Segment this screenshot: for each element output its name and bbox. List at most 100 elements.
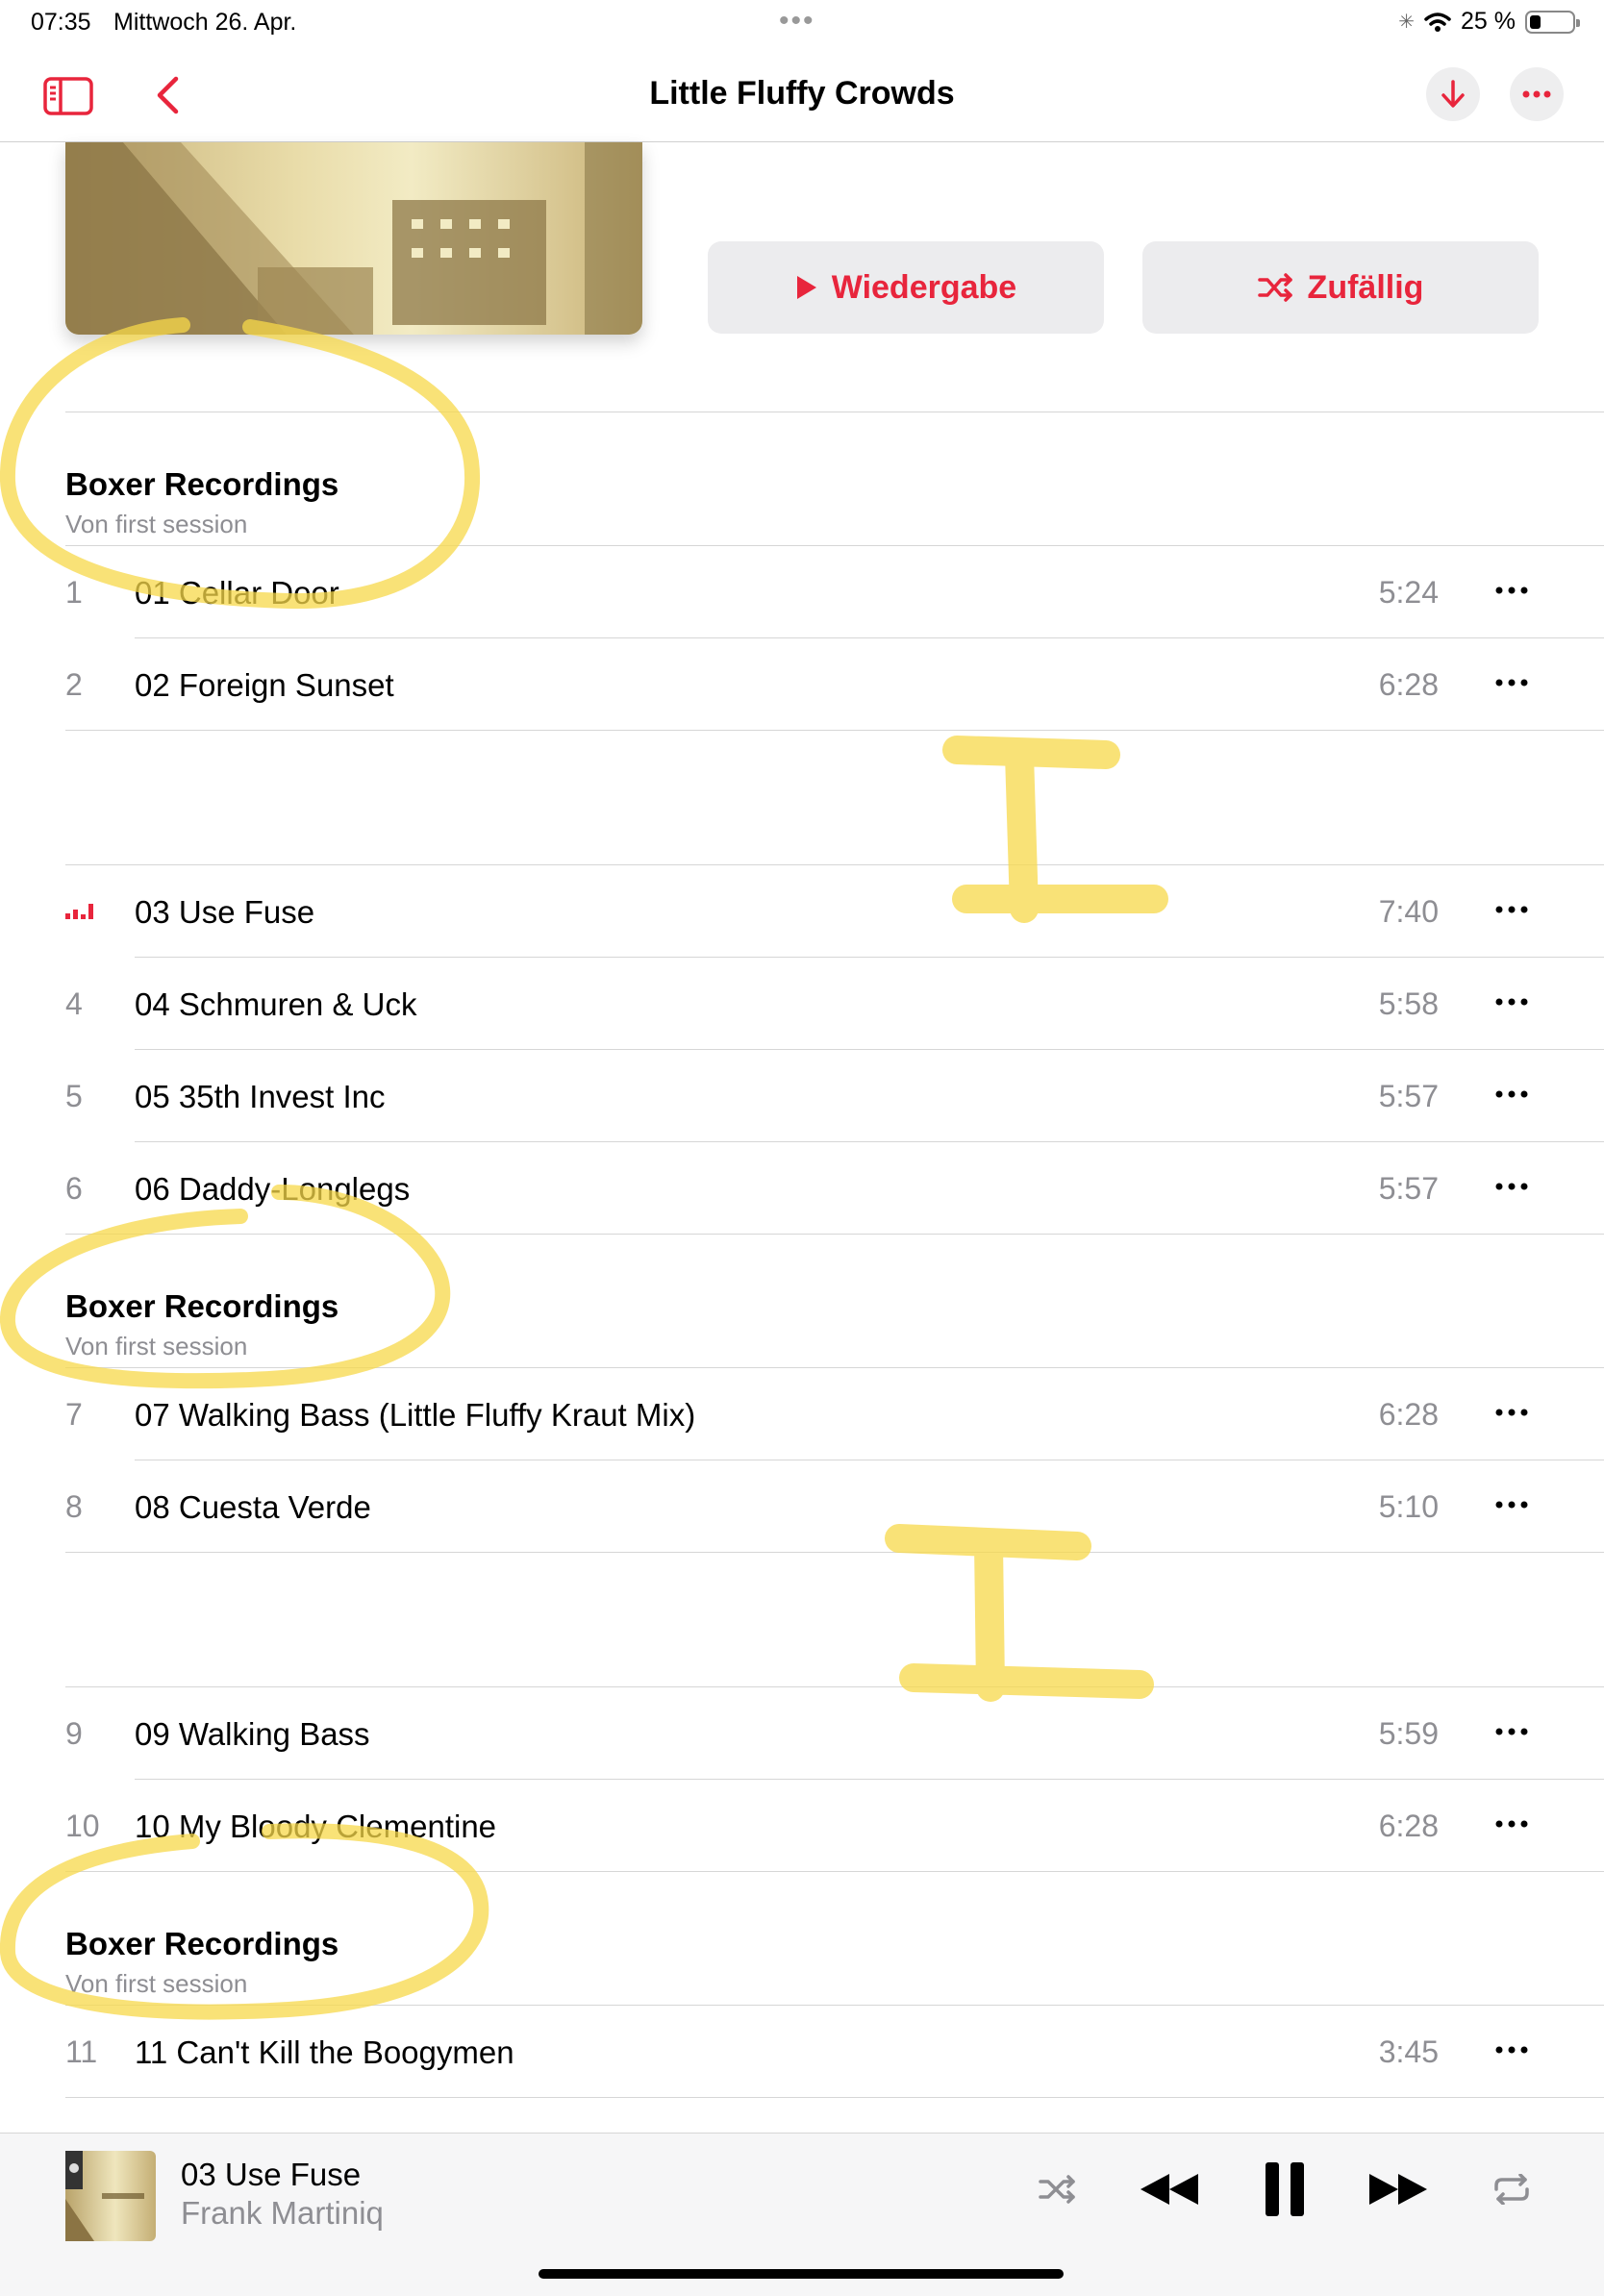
track-row[interactable]: 2 02 Foreign Sunset 6:28 [0,638,1604,731]
track-number [65,894,93,919]
previous-track-button[interactable] [1135,2162,1204,2216]
track-duration: 5:58 [1378,986,1439,1021]
multitasking-dots-icon[interactable]: ••• [779,5,815,37]
status-time: 07:35 [31,9,91,36]
track-row[interactable]: 5 05 35th Invest Inc 5:57 [0,1050,1604,1142]
disc-subtitle: Von first session [65,510,248,538]
track-row[interactable]: 8 08 Cuesta Verde 5:10 [0,1460,1604,1553]
more-options-button[interactable] [1510,67,1564,121]
track-title: 01 Cellar Door [135,575,339,611]
track-number: 1 [65,575,83,610]
play-label: Wiedergabe [831,268,1017,306]
next-track-button[interactable] [1364,2162,1433,2216]
now-playing-artist: Frank Martiniq [181,2195,384,2231]
list-gap [0,1553,1604,1687]
now-playing-title: 03 Use Fuse [181,2157,362,2192]
ellipsis-icon [1495,1501,1528,1509]
track-more-button[interactable] [1489,1075,1535,1113]
repeat-icon [1494,2174,1529,2205]
track-row[interactable]: 9 09 Walking Bass 5:59 [0,1687,1604,1780]
play-button[interactable]: Wiedergabe [708,241,1104,334]
battery-level [1530,14,1541,29]
download-button[interactable] [1426,67,1480,121]
track-row[interactable]: 4 04 Schmuren & Uck 5:58 [0,958,1604,1050]
track-number: 6 [65,1171,83,1206]
track-number: 9 [65,1716,83,1751]
now-playing-equalizer-icon [65,904,93,919]
battery-icon [1525,10,1580,34]
track-more-button[interactable] [1489,1712,1535,1751]
track-duration: 6:28 [1378,1397,1439,1432]
track-row[interactable]: 03 Use Fuse 7:40 [0,865,1604,958]
track-title: 06 Daddy-Longlegs [135,1171,411,1207]
track-more-button[interactable] [1489,1805,1535,1843]
shuffle-button[interactable]: Zufällig [1142,241,1539,334]
track-number: 4 [65,986,83,1021]
track-title: 02 Foreign Sunset [135,667,394,703]
track-more-button[interactable] [1489,890,1535,929]
disc-subtitle: Von first session [65,1332,248,1360]
track-number: 7 [65,1397,83,1432]
battery-percent: 25 % [1461,8,1516,35]
track-title: 07 Walking Bass (Little Fluffy Kraut Mix… [135,1397,696,1433]
track-title: 05 35th Invest Inc [135,1079,386,1114]
ellipsis-icon [1522,90,1551,98]
track-more-button[interactable] [1489,2031,1535,2069]
shuffle-toggle-button[interactable] [1031,2162,1085,2216]
track-more-button[interactable] [1489,1485,1535,1524]
disc-header: Boxer Recordings Von first session [0,412,1604,545]
track-more-button[interactable] [1489,1393,1535,1432]
activity-spinner-icon: ✳ [1398,12,1416,33]
ellipsis-icon [1495,679,1528,686]
repeat-button[interactable] [1485,2162,1539,2216]
track-row[interactable]: 7 07 Walking Bass (Little Fluffy Kraut Mi… [0,1368,1604,1460]
track-row[interactable]: 10 10 My Bloody Clementine 6:28 [0,1780,1604,1872]
track-number: 11 [65,2034,98,2069]
ellipsis-icon [1495,2046,1528,2054]
disc-title: Boxer Recordings [65,1288,339,1324]
pause-button[interactable] [1258,2162,1312,2216]
ellipsis-icon [1495,906,1528,913]
wifi-icon [1424,12,1451,32]
status-date: Mittwoch 26. Apr. [113,9,297,36]
ellipsis-icon [1495,1183,1528,1190]
track-more-button[interactable] [1489,1167,1535,1206]
track-more-button[interactable] [1489,571,1535,610]
track-number: 8 [65,1489,83,1524]
shuffle-icon [1039,2175,1075,2204]
mini-player-artwork[interactable] [65,2151,156,2241]
track-more-button[interactable] [1489,983,1535,1021]
track-list: Boxer Recordings Von first session 1 01 Cel… [0,412,1604,2098]
track-title: 09 Walking Bass [135,1716,370,1752]
shuffle-icon [1257,273,1292,302]
track-duration: 6:28 [1378,667,1439,702]
ellipsis-icon [1495,1728,1528,1735]
track-row[interactable]: 11 11 Can't Kill the Boogymen 3:45 [0,2006,1604,2098]
track-row[interactable]: 1 01 Cellar Door 5:24 [0,546,1604,638]
ellipsis-icon [1495,1090,1528,1098]
track-row[interactable]: 6 06 Daddy-Longlegs 5:57 [0,1142,1604,1235]
ellipsis-icon [1495,586,1528,594]
album-artwork [65,142,642,335]
track-title: 03 Use Fuse [135,894,315,930]
ellipsis-icon [1495,1409,1528,1416]
track-number: 10 [65,1809,100,1843]
shuffle-label: Zufällig [1307,268,1424,306]
track-duration: 3:45 [1378,2034,1439,2069]
ellipsis-icon [1495,998,1528,1006]
track-duration: 6:28 [1378,1809,1439,1843]
fast-forward-icon [1369,2174,1427,2205]
list-gap [0,731,1604,865]
navigation-bar: Little Fluffy Crowds [0,46,1604,142]
track-duration: 5:57 [1378,1171,1439,1206]
track-more-button[interactable] [1489,663,1535,702]
home-indicator[interactable] [539,2269,1064,2279]
play-icon [796,276,816,299]
ellipsis-icon [1495,1820,1528,1828]
disc-title: Boxer Recordings [65,466,339,502]
page-title: Little Fluffy Crowds [649,75,955,112]
status-indicators: ✳ 25 % [1398,8,1580,36]
track-title: 10 My Bloody Clementine [135,1809,497,1844]
track-duration: 7:40 [1378,894,1439,929]
disc-header: Boxer Recordings Von first session [0,1235,1604,1367]
